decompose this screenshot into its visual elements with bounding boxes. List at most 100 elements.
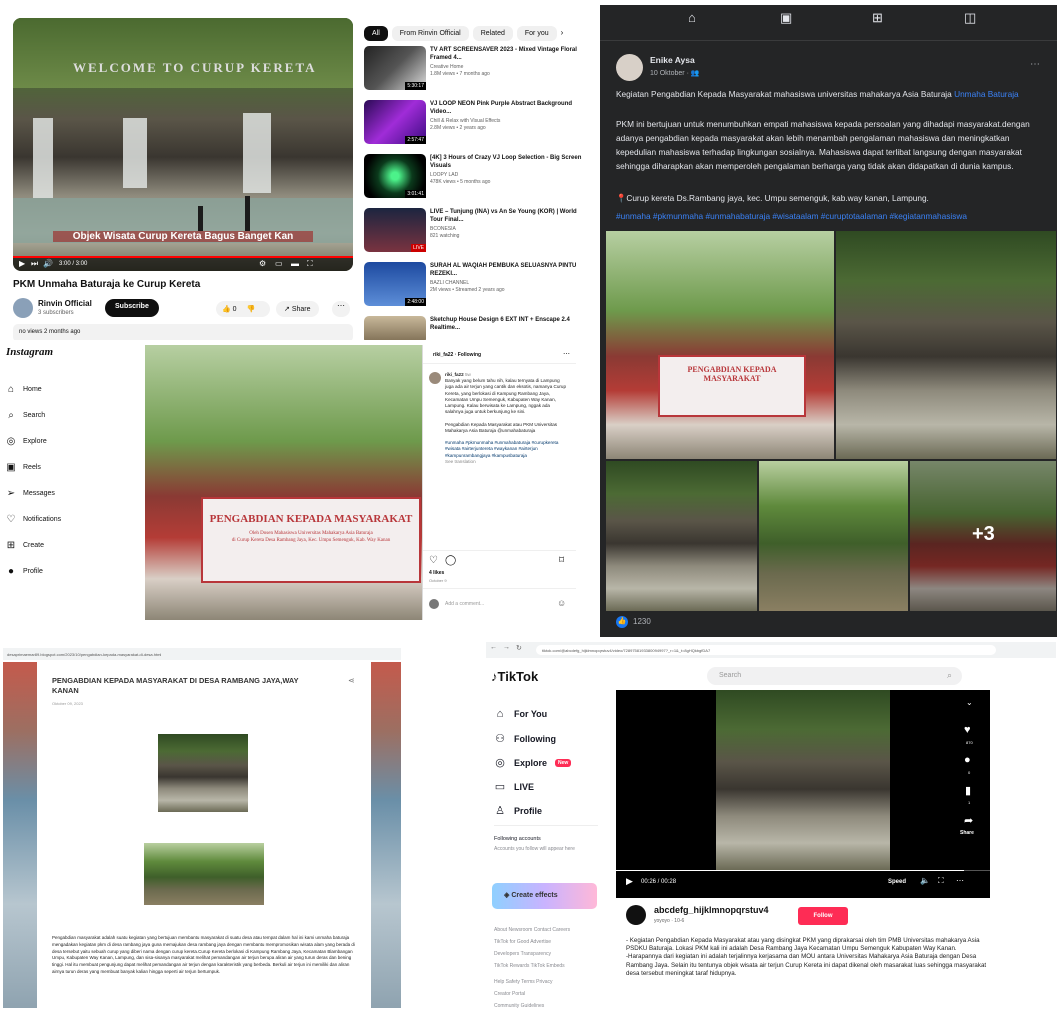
tiktok-logo[interactable]: ♪TikTok <box>491 669 538 684</box>
chip-all[interactable]: All <box>364 26 388 41</box>
chevron-down-icon[interactable]: ⌄ <box>966 698 973 707</box>
nav-reels[interactable]: ▣ Reels <box>6 462 41 473</box>
share-icon[interactable]: ⋖ <box>348 676 355 685</box>
speed-button[interactable]: Speed <box>888 879 906 885</box>
footer-link[interactable]: Help Safety Terms Privacy <box>494 979 553 986</box>
user-avatar[interactable] <box>429 372 441 384</box>
post-username[interactable]: riki_fa22 · Following <box>433 352 481 358</box>
footer-link[interactable]: Community Guidelines <box>494 1003 544 1010</box>
rec-item[interactable]: 2:48:00 SURAH AL WAQIAH PEMBUKA SELUASNYA… <box>364 262 589 310</box>
like-button[interactable]: 👍 0 👎 <box>216 301 270 317</box>
search-input[interactable]: Search ⌕ <box>707 667 962 685</box>
blog-image-1[interactable] <box>158 734 248 812</box>
my-avatar <box>429 599 439 609</box>
volume-icon[interactable]: 🔊 <box>43 259 53 268</box>
nav-following[interactable]: ⚇ Following <box>494 732 556 745</box>
subscribe-button[interactable]: Subscribe <box>105 299 159 317</box>
chip-for-you[interactable]: For you <box>516 26 557 41</box>
miniplayer-icon[interactable]: ▭ <box>275 259 283 268</box>
nav-home[interactable]: ⌂ Home <box>6 384 42 395</box>
play-icon[interactable]: ▶ <box>19 259 25 268</box>
bookmark-icon[interactable]: ▮ <box>965 784 971 797</box>
nav-search[interactable]: ⌕ Search <box>6 410 45 421</box>
video-icon[interactable]: ▣ <box>780 10 792 26</box>
more-icon[interactable]: ⋯ <box>563 350 570 358</box>
rec-item[interactable]: 2:57:47 VJ LOOP NEON Pink Purple Abstract… <box>364 100 589 148</box>
heart-icon[interactable]: ♡ <box>429 555 438 566</box>
chip-from-channel[interactable]: From Rinvin Official <box>391 26 469 41</box>
top-nav: ⌂ ▣ ⊞ ◫ <box>600 5 1057 33</box>
settings-icon[interactable]: ⚙ <box>259 259 266 268</box>
comment-icon[interactable]: ◯ <box>445 555 456 566</box>
nav-explore[interactable]: ◎ Explore New <box>494 756 572 769</box>
marketplace-icon[interactable]: ⊞ <box>872 10 883 26</box>
nav-live[interactable]: ▭ LIVE <box>494 780 534 793</box>
home-icon[interactable]: ⌂ <box>688 10 696 25</box>
footer-link[interactable]: Creator Portal <box>494 991 525 998</box>
post-photo-1[interactable]: PENGABDIAN KEPADA MASYARAKAT <box>606 231 834 459</box>
reaction-count[interactable]: 1230 <box>633 617 651 626</box>
nav-create[interactable]: ⊞ Create <box>6 540 44 551</box>
page-link[interactable]: Unmaha Baturaja <box>954 89 1019 99</box>
home-icon: ⌂ <box>496 708 504 720</box>
theater-icon[interactable]: ▬ <box>291 259 299 268</box>
channel-name[interactable]: Rinvin Official <box>38 299 92 308</box>
chevron-right-icon[interactable]: › <box>561 28 564 37</box>
share-icon[interactable]: ➦ <box>964 814 973 827</box>
footer-link[interactable]: TikTok for Good Advertise <box>494 939 551 946</box>
post-image[interactable]: PENGABDIAN KEPADA MASYARAKAT Oleh Dosen … <box>145 345 422 620</box>
footer-link[interactable]: About Newsroom Contact Careers <box>494 927 570 934</box>
rec-item[interactable]: LIVE LIVE – Tunjung (INA) vs An Se Young … <box>364 208 589 256</box>
rec-item[interactable]: 5:30:17 TV ART SCREENSAVER 2023 - Mixed V… <box>364 46 589 94</box>
creator-username[interactable]: abcdefg_hijklmnopqrstuv4 <box>654 905 769 915</box>
share-button[interactable]: ↗ Share <box>276 301 319 317</box>
back-icon[interactable]: ← <box>490 644 497 651</box>
nav-for-you[interactable]: ⌂ For You <box>494 708 548 720</box>
creator-avatar[interactable] <box>626 905 646 925</box>
address-bar[interactable]: desaprimaemar89.blogspot.com/2023/10/pen… <box>3 648 401 660</box>
emoji-icon[interactable]: ☺ <box>557 598 566 608</box>
nav-notifications[interactable]: ♡ Notifications <box>6 514 62 525</box>
follow-button[interactable]: Follow <box>798 907 848 925</box>
post-hashtags[interactable]: #unmaha #pkmunmaha #unmahabaturaja #wisa… <box>616 209 1056 223</box>
forward-icon[interactable]: → <box>503 644 510 651</box>
instagram-logo[interactable]: Instagram <box>6 346 53 358</box>
like-count[interactable]: 4 likes <box>429 570 444 576</box>
address-bar[interactable]: tiktok.com/@abcdefg_hijklmnopqrstuv4/vid… <box>536 645 996 655</box>
more-icon[interactable]: ⋯ <box>1030 59 1040 70</box>
post-photo-5[interactable]: +3 <box>910 461 1056 611</box>
fullscreen-icon[interactable]: ⛶ <box>938 876 944 886</box>
author-avatar[interactable] <box>616 54 643 81</box>
comment-input[interactable]: Add a comment... <box>445 601 484 607</box>
nav-messages[interactable]: ➢ Messages <box>6 488 55 499</box>
play-icon[interactable]: ▶ <box>626 876 633 887</box>
author-name[interactable]: Enike Aysa <box>650 55 695 65</box>
reload-icon[interactable]: ↻ <box>516 644 522 652</box>
post-photo-4[interactable] <box>759 461 908 611</box>
heart-icon[interactable]: ♥ <box>964 724 971 736</box>
nav-profile[interactable]: ● Profile <box>6 566 43 577</box>
gaming-icon[interactable]: ◫ <box>964 10 976 26</box>
video-player[interactable]: WELCOME TO CURUP KERETA Objek Wisata Cur… <box>13 18 353 271</box>
footer-link[interactable]: TikTok Rewards TikTok Embeds <box>494 963 565 970</box>
comment-icon[interactable]: ● <box>964 754 971 766</box>
create-effects-button[interactable]: ◈ Create effects <box>492 883 597 909</box>
more-icon[interactable]: ⋯ <box>956 876 964 885</box>
nav-explore[interactable]: ◎ Explore <box>6 436 47 447</box>
video-player[interactable]: ▶ 00:26 / 00:28 Speed 🔈 ⛶ ⋯ ⌄ ♥ 870 ● 0 … <box>616 690 990 898</box>
rec-item[interactable]: 3:01:41 [4K] 3 Hours of Crazy VJ Loop Sel… <box>364 154 589 202</box>
more-icon[interactable]: ⋯ <box>332 301 350 317</box>
volume-icon[interactable]: 🔈 <box>920 876 930 885</box>
thumbs-down-icon[interactable]: 👎 <box>247 306 256 313</box>
blog-image-2[interactable] <box>144 843 264 905</box>
next-icon[interactable]: ⏭ <box>31 259 38 269</box>
post-photo-2[interactable] <box>836 231 1056 459</box>
bookmark-icon[interactable]: ⌑ <box>559 555 564 566</box>
nav-profile[interactable]: ♙ Profile <box>494 804 542 817</box>
chip-related[interactable]: Related <box>472 26 513 41</box>
fullscreen-icon[interactable]: ⛶ <box>307 259 313 269</box>
post-photo-3[interactable] <box>606 461 757 611</box>
footer-link[interactable]: Developers Transparency <box>494 951 551 958</box>
progress-bar[interactable] <box>616 870 964 871</box>
channel-avatar[interactable] <box>13 298 33 318</box>
